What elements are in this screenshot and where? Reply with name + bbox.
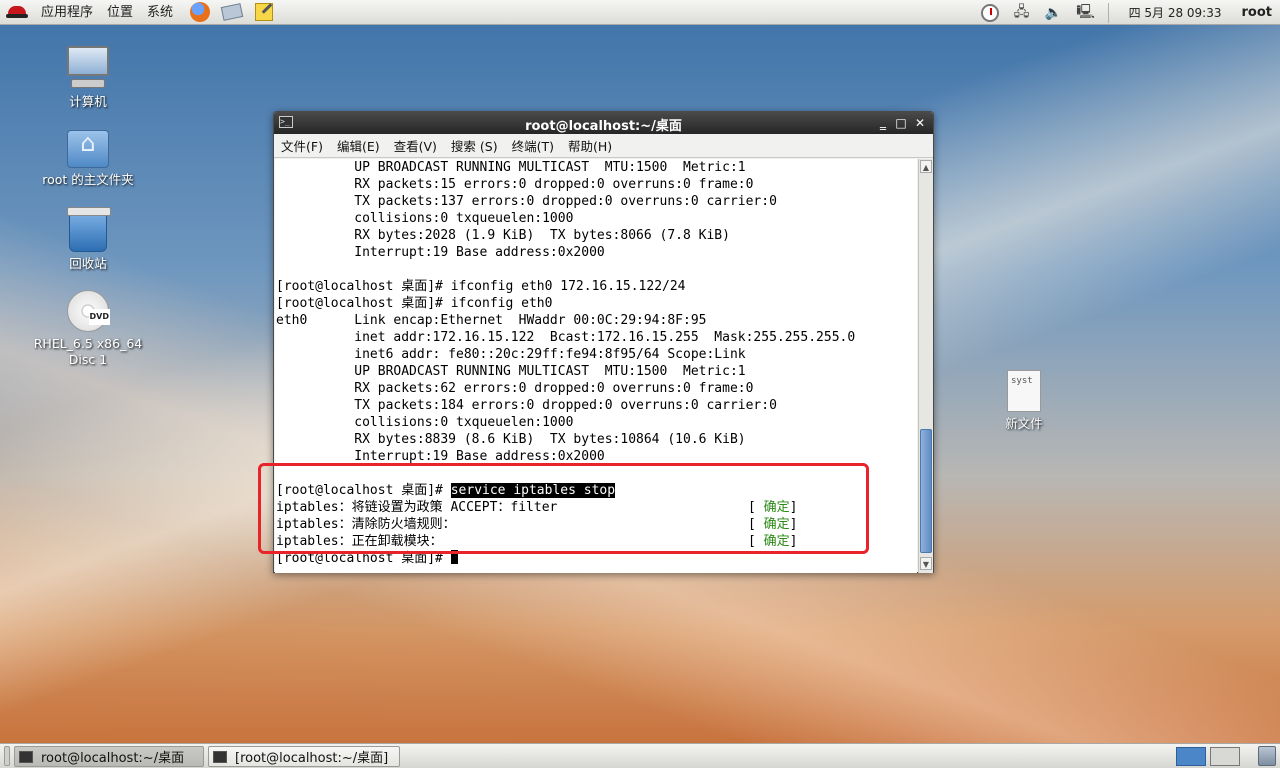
maximize-button[interactable]: □ [892, 114, 910, 132]
dvd-icon: DVD [67, 290, 110, 332]
top-panel: 应用程序 位置 系统 🖧 🔈 🖳 四 5月 28 09:33 root [0, 0, 1280, 25]
terminal-line: Interrupt:19 Base address:0x2000 [276, 245, 605, 260]
mail-launcher[interactable] [220, 1, 244, 23]
firefox-icon [190, 2, 211, 22]
home-folder-icon [67, 130, 109, 168]
tray-separator [1107, 2, 1109, 23]
terminal-line: RX packets:15 errors:0 dropped:0 overrun… [276, 177, 754, 192]
notes-icon [255, 3, 274, 21]
terminal-line: [root@localhost 桌面]# ifconfig eth0 172.1… [276, 279, 686, 294]
terminal-line: inet6 addr: fe80::20c:29ff:fe94:8f95/64 … [276, 347, 746, 362]
firefox-launcher[interactable] [188, 1, 212, 23]
terminal-line: UP BROADCAST RUNNING MULTICAST MTU:1500 … [276, 364, 746, 379]
highlight-annotation-box [258, 463, 869, 554]
terminal-line: TX packets:184 errors:0 dropped:0 overru… [276, 398, 777, 413]
places-menu[interactable]: 位置 [100, 0, 140, 25]
file-preview-text: syst [1011, 376, 1033, 386]
terminal-line: inet addr:172.16.15.122 Bcast:172.16.15.… [276, 330, 856, 345]
file-icon: syst [1007, 370, 1041, 412]
terminal-line: RX packets:62 errors:0 dropped:0 overrun… [276, 381, 754, 396]
terminal-line: [root@localhost 桌面]# ifconfig eth0 [276, 296, 553, 311]
desktop-icon-label: 计算机 [69, 94, 107, 109]
close-button[interactable]: ✕ [911, 114, 929, 132]
desktop-icon-label: 新文件 [1005, 416, 1043, 431]
menu-edit[interactable]: 编辑(E) [330, 136, 387, 155]
panel-menubar: 应用程序 位置 系统 [0, 0, 276, 25]
desktop-icon-label: root 的主文件夹 [42, 172, 134, 187]
dvd-badge: DVD [88, 309, 110, 325]
clock[interactable]: 四 5月 28 09:33 [1129, 4, 1222, 21]
mail-icon [220, 3, 244, 21]
desktop-icon-dvd[interactable]: DVD RHEL_6.5 x86_64 Disc 1 [33, 290, 143, 368]
terminal-menubar: 文件(F) 编辑(E) 查看(V) 搜索 (S) 终端(T) 帮助(H) [274, 134, 933, 158]
desktop-icon-new-file[interactable]: syst 新文件 [969, 370, 1079, 432]
terminal-line: eth0 Link encap:Ethernet HWaddr 00:0C:29… [276, 313, 707, 328]
notes-launcher[interactable] [252, 1, 276, 23]
menu-file[interactable]: 文件(F) [274, 136, 330, 155]
desktop-icon-computer[interactable]: 计算机 [33, 46, 143, 110]
terminal-titlebar[interactable]: >_ root@localhost:~/桌面 ‗ □ ✕ [274, 112, 933, 134]
volume-icon[interactable]: 🔈 [1043, 3, 1065, 23]
desktop-icon-home[interactable]: root 的主文件夹 [33, 130, 143, 188]
task-label: root@localhost:~/桌面 [41, 751, 185, 766]
scroll-down-arrow-icon[interactable]: ▼ [920, 557, 932, 570]
taskbar-item-terminal-2[interactable]: [root@localhost:~/桌面] [208, 746, 400, 767]
system-menu[interactable]: 系统 [140, 0, 180, 25]
user-menu[interactable]: root [1242, 5, 1273, 20]
system-tray: 🖧 🔈 🖳 四 5月 28 09:33 root [974, 0, 1280, 25]
computer-icon [65, 46, 111, 90]
scroll-up-arrow-icon[interactable]: ▲ [920, 160, 932, 173]
panel-trash-icon[interactable] [1258, 746, 1276, 766]
terminal-line: TX packets:137 errors:0 dropped:0 overru… [276, 194, 777, 209]
terminal-line: collisions:0 txqueuelen:1000 [276, 415, 574, 430]
network-icon[interactable]: 🖧 [1011, 3, 1033, 23]
desktop-icon-label: 回收站 [69, 256, 107, 271]
menu-view[interactable]: 查看(V) [387, 136, 444, 155]
terminal-title: root@localhost:~/桌面 [525, 119, 682, 134]
menu-terminal[interactable]: 终端(T) [505, 136, 561, 155]
menu-search[interactable]: 搜索 (S) [444, 136, 505, 155]
terminal-line: collisions:0 txqueuelen:1000 [276, 211, 574, 226]
menu-help[interactable]: 帮助(H) [561, 136, 619, 155]
trash-icon [67, 207, 111, 252]
workspace-2[interactable] [1210, 747, 1240, 766]
display-icon[interactable]: 🖳 [1075, 3, 1097, 23]
applications-menu[interactable]: 应用程序 [34, 0, 100, 25]
desktop-icon-label: Disc 1 [68, 352, 108, 367]
scrollbar-thumb[interactable] [920, 429, 932, 553]
terminal-icon [19, 750, 33, 763]
desktop-icon-label: RHEL_6.5 x86_64 [33, 336, 143, 351]
task-label: [root@localhost:~/桌面] [235, 751, 389, 766]
updater-icon[interactable] [979, 3, 1001, 23]
minimize-button[interactable]: ‗ [874, 114, 892, 132]
desktop-icon-trash[interactable]: 回收站 [33, 207, 143, 272]
terminal-line: UP BROADCAST RUNNING MULTICAST MTU:1500 … [276, 160, 746, 175]
taskbar-item-terminal-1[interactable]: root@localhost:~/桌面 [14, 746, 204, 767]
redhat-logo-icon[interactable] [6, 4, 28, 20]
terminal-line: RX bytes:8839 (8.6 KiB) TX bytes:10864 (… [276, 432, 746, 447]
terminal-icon [213, 750, 227, 763]
terminal-scrollbar[interactable]: ▲ ▼ [918, 159, 933, 573]
panel-handle [4, 746, 10, 766]
terminal-line: RX bytes:2028 (1.9 KiB) TX bytes:8066 (7… [276, 228, 730, 243]
bottom-panel: root@localhost:~/桌面 [root@localhost:~/桌面… [0, 743, 1280, 768]
workspace-1[interactable] [1176, 747, 1206, 766]
